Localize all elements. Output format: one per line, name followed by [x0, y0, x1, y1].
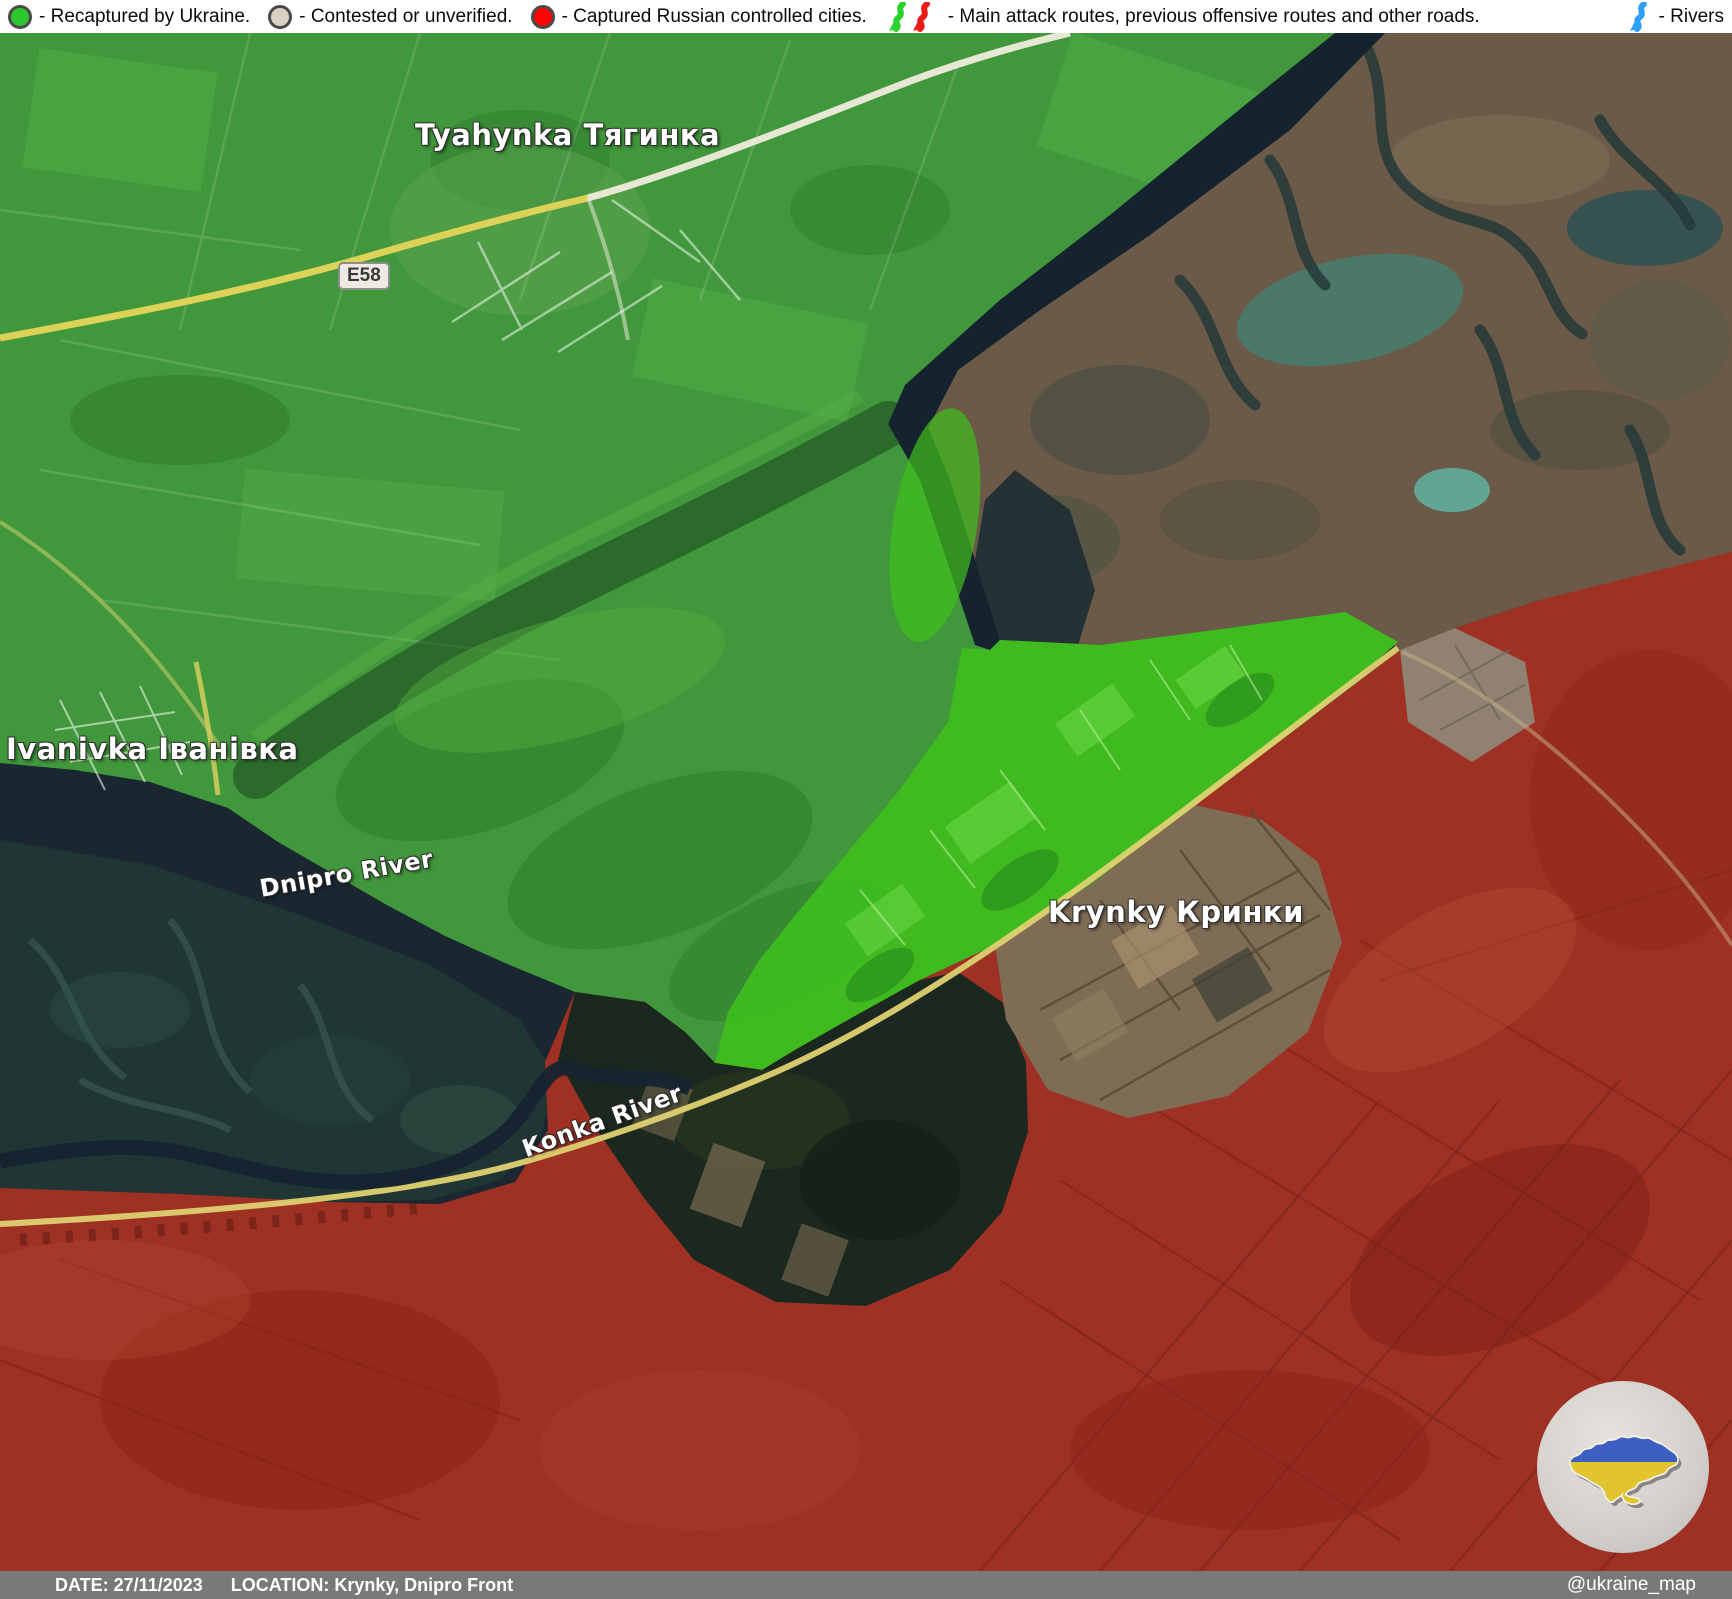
green-dot-icon — [8, 5, 32, 29]
date-label: DATE: 27/11/2023 — [55, 1575, 203, 1596]
location-label: LOCATION: Krynky, Dnipro Front — [231, 1575, 513, 1596]
gray-dot-icon — [268, 5, 292, 29]
map-post: - Recaptured by Ukraine. - Contested or … — [0, 0, 1732, 1599]
legend-contested-label: - Contested or unverified. — [299, 6, 512, 28]
rivers-arrow-icon — [1624, 2, 1652, 32]
attack-routes-icon — [885, 2, 941, 32]
legend-item-rivers: - Rivers — [1624, 2, 1724, 32]
label-krynky: Krynky Кринки — [1048, 895, 1304, 929]
legend-captured-label: - Captured Russian controlled cities. — [562, 6, 867, 28]
footer-bar: DATE: 27/11/2023 LOCATION: Krynky, Dnipr… — [0, 1571, 1732, 1599]
legend-item-attack-routes: - Main attack routes, previous offensive… — [885, 2, 1480, 32]
legend-item-recaptured: - Recaptured by Ukraine. — [8, 5, 250, 29]
ukraine-map-logo — [1537, 1381, 1709, 1553]
legend-recaptured-label: - Recaptured by Ukraine. — [39, 6, 250, 28]
label-tyahynka: Tyahynka Тягинка — [415, 118, 720, 152]
ukraine-outline-icon — [1560, 1423, 1686, 1511]
satellite-map-graphic — [0, 33, 1732, 1571]
red-dot-icon — [531, 5, 555, 29]
legend-bar: - Recaptured by Ukraine. - Contested or … — [0, 0, 1732, 33]
legend-rivers-label: - Rivers — [1659, 6, 1724, 28]
road-badge-e58: E58 — [338, 262, 390, 290]
credit-handle[interactable]: @ukraine_map — [1567, 1574, 1696, 1596]
legend-item-captured: - Captured Russian controlled cities. — [531, 5, 867, 29]
legend-item-contested: - Contested or unverified. — [268, 5, 512, 29]
label-ivanivka: Ivanivka Іванівка — [6, 732, 299, 766]
map-canvas[interactable]: Tyahynka Тягинка Ivanivka Іванівка Krynk… — [0, 33, 1732, 1571]
legend-attack-routes-label: - Main attack routes, previous offensive… — [948, 6, 1480, 28]
